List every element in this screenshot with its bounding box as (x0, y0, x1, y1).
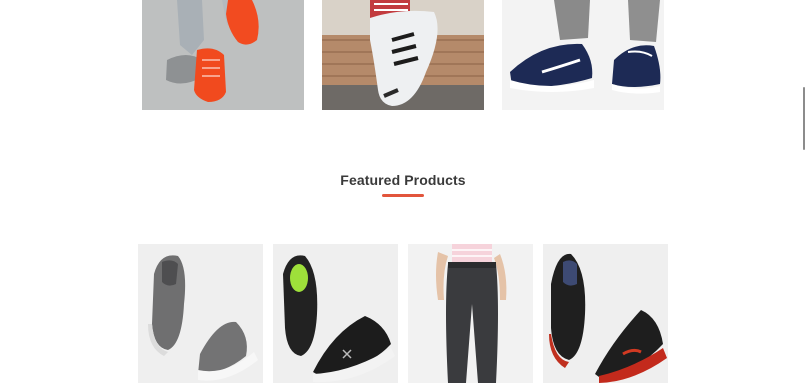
page-scrollbar[interactable] (802, 0, 806, 383)
product-image-black-red-sport-shoe (543, 244, 668, 383)
page: Featured Products (0, 0, 806, 383)
product-card[interactable] (543, 244, 668, 383)
category-image-striped-sneakers (322, 0, 484, 110)
section-title: Featured Products (340, 172, 466, 188)
product-image-grey-slip-on (138, 244, 263, 383)
product-card[interactable] (273, 244, 398, 383)
product-card[interactable] (138, 244, 263, 383)
product-image-black-running-shoe (273, 244, 398, 383)
product-image-grey-jogger-pants (408, 244, 533, 383)
category-image-navy-sneakers (502, 0, 664, 110)
title-underline (382, 194, 424, 197)
scrollbar-thumb[interactable] (803, 87, 805, 150)
category-tile-red-sneakers[interactable] (142, 0, 304, 110)
category-tile-striped-sneakers[interactable] (322, 0, 484, 110)
product-card[interactable] (408, 244, 533, 383)
category-image-red-sneakers (142, 0, 304, 110)
category-tile-navy-sneakers[interactable] (502, 0, 664, 110)
